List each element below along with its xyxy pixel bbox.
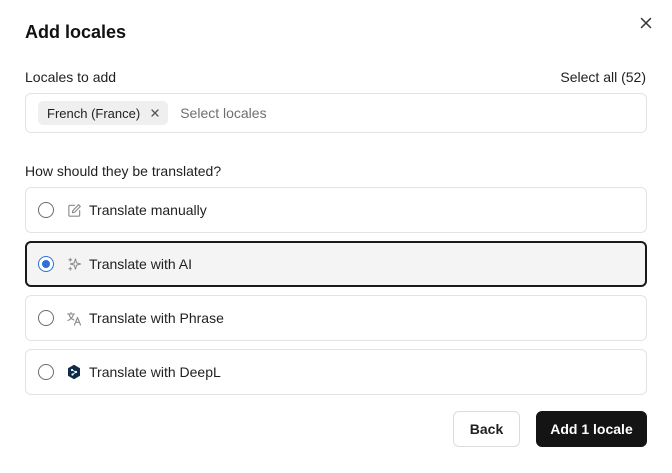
close-icon — [150, 106, 160, 121]
chip-label: French (France) — [47, 105, 141, 121]
option-label: Translate with Phrase — [89, 310, 224, 326]
locale-multiselect[interactable]: French (France) — [25, 93, 647, 133]
deepl-logo-icon — [66, 364, 82, 380]
option-translate-with-deepl[interactable]: Translate with DeepL — [25, 349, 647, 395]
option-label: Translate manually — [89, 202, 207, 218]
option-translate-with-phrase[interactable]: Translate with Phrase — [25, 295, 647, 341]
add-locale-button[interactable]: Add 1 locale — [536, 411, 647, 447]
radio-translate-manually[interactable] — [38, 202, 54, 218]
option-label: Translate with DeepL — [89, 364, 221, 380]
translation-method-question: How should they be translated? — [25, 163, 222, 179]
translate-icon — [66, 310, 82, 326]
add-locales-dialog: Add locales Locales to add Select all (5… — [0, 0, 672, 473]
locale-chip-french-france: French (France) — [38, 101, 169, 125]
option-label: Translate with AI — [89, 256, 192, 272]
back-button[interactable]: Back — [453, 411, 520, 447]
dialog-title: Add locales — [25, 22, 127, 42]
option-translate-with-ai[interactable]: Translate with AI — [25, 241, 647, 287]
option-translate-manually[interactable]: Translate manually — [25, 187, 647, 233]
radio-translate-with-ai[interactable] — [38, 256, 54, 272]
close-icon — [640, 16, 652, 34]
locales-to-add-label: Locales to add — [25, 69, 117, 85]
radio-translate-with-phrase[interactable] — [38, 310, 54, 326]
sparkles-icon — [66, 256, 82, 272]
close-button[interactable] — [636, 15, 656, 35]
select-locales-input[interactable] — [180, 105, 481, 121]
select-all-link[interactable]: Select all (52) — [560, 69, 646, 85]
radio-translate-with-deepl[interactable] — [38, 364, 54, 380]
chip-remove-button[interactable] — [150, 108, 160, 118]
pencil-edit-icon — [66, 202, 82, 218]
